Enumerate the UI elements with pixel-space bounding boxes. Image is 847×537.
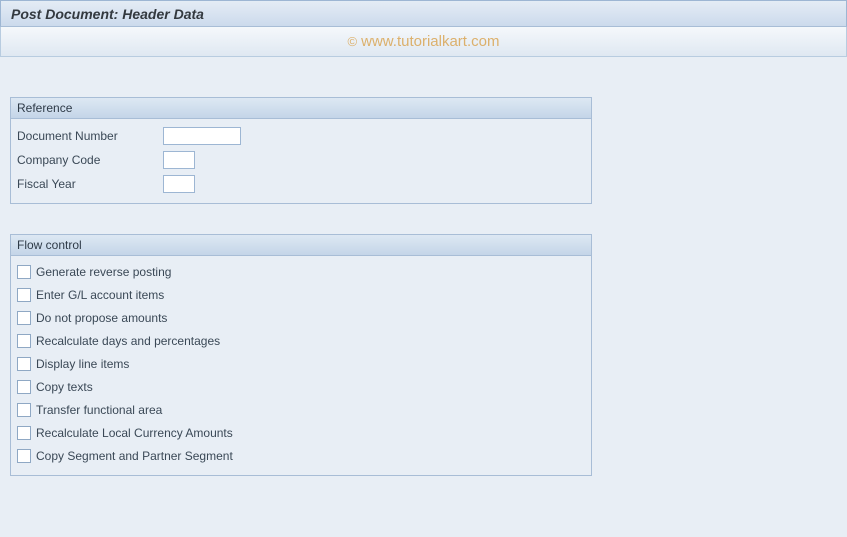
checkbox-label: Copy Segment and Partner Segment [36, 449, 233, 463]
check-row-recalculate-local-currency: Recalculate Local Currency Amounts [15, 423, 587, 442]
checkbox-copy-texts[interactable] [17, 380, 31, 394]
watermark-copyright: © [348, 34, 358, 49]
flow-control-header: Flow control [11, 235, 591, 256]
checkbox-recalculate-local-currency[interactable] [17, 426, 31, 440]
checkbox-enter-gl-account-items[interactable] [17, 288, 31, 302]
checkbox-label: Do not propose amounts [36, 311, 167, 325]
row-document-number: Document Number [15, 125, 587, 146]
checkbox-copy-segment[interactable] [17, 449, 31, 463]
check-row-copy-segment: Copy Segment and Partner Segment [15, 446, 587, 465]
checkbox-label: Recalculate days and percentages [36, 334, 220, 348]
check-row-transfer-functional-area: Transfer functional area [15, 400, 587, 419]
label-document-number: Document Number [15, 129, 163, 143]
page-title: Post Document: Header Data [11, 6, 204, 22]
reference-header: Reference [11, 98, 591, 119]
check-row-enter-gl-account-items: Enter G/L account items [15, 285, 587, 304]
reference-body: Document Number Company Code Fiscal Year [11, 119, 591, 203]
checkbox-transfer-functional-area[interactable] [17, 403, 31, 417]
checkbox-recalculate-days-percentages[interactable] [17, 334, 31, 348]
content-area: Reference Document Number Company Code F… [0, 57, 847, 516]
input-company-code[interactable] [163, 151, 195, 169]
check-row-display-line-items: Display line items [15, 354, 587, 373]
check-row-generate-reverse-posting: Generate reverse posting [15, 262, 587, 281]
input-document-number[interactable] [163, 127, 241, 145]
row-company-code: Company Code [15, 149, 587, 170]
label-fiscal-year: Fiscal Year [15, 177, 163, 191]
checkbox-label: Copy texts [36, 380, 93, 394]
checkbox-do-not-propose-amounts[interactable] [17, 311, 31, 325]
checkbox-display-line-items[interactable] [17, 357, 31, 371]
label-company-code: Company Code [15, 153, 163, 167]
checkbox-label: Display line items [36, 357, 129, 371]
checkbox-label: Recalculate Local Currency Amounts [36, 426, 233, 440]
toolbar-strip: © www.tutorialkart.com [0, 27, 847, 57]
checkbox-label: Enter G/L account items [36, 288, 164, 302]
row-fiscal-year: Fiscal Year [15, 173, 587, 194]
checkbox-label: Transfer functional area [36, 403, 162, 417]
reference-group: Reference Document Number Company Code F… [10, 97, 592, 204]
watermark-text: www.tutorialkart.com [361, 33, 499, 50]
input-fiscal-year[interactable] [163, 175, 195, 193]
checkbox-generate-reverse-posting[interactable] [17, 265, 31, 279]
checkbox-label: Generate reverse posting [36, 265, 171, 279]
check-row-recalculate-days-percentages: Recalculate days and percentages [15, 331, 587, 350]
flow-control-group: Flow control Generate reverse posting En… [10, 234, 592, 476]
flow-control-body: Generate reverse posting Enter G/L accou… [11, 256, 591, 475]
title-bar: Post Document: Header Data [0, 0, 847, 27]
check-row-copy-texts: Copy texts [15, 377, 587, 396]
check-row-do-not-propose-amounts: Do not propose amounts [15, 308, 587, 327]
